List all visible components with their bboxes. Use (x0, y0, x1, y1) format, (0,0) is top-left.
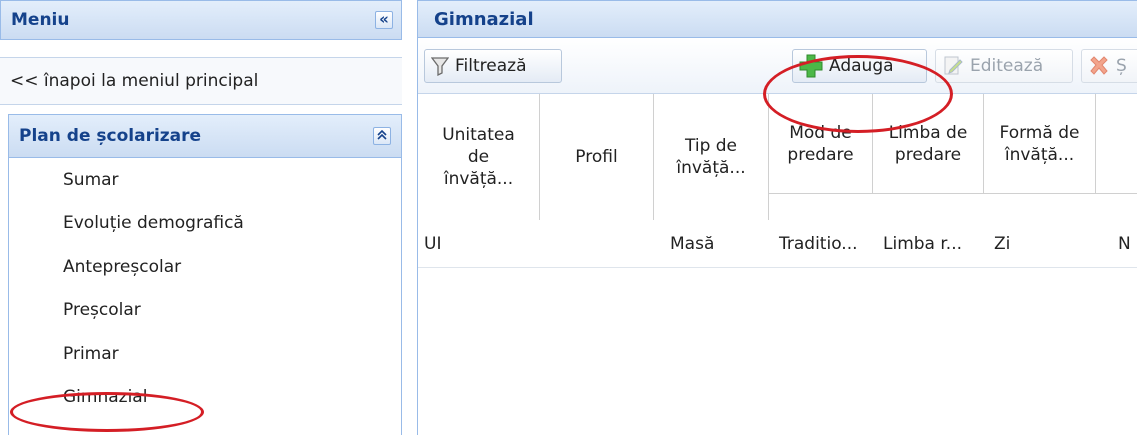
nav-item-evolutie-demografica[interactable]: Evoluție demografică (9, 202, 401, 246)
col-label-line: Unitatea (442, 125, 515, 145)
section-nav-list: Sumar Evoluție demografică Antepreșcolar… (9, 158, 401, 419)
table-cell: Zi (994, 234, 1011, 254)
col-label-line: învăță... (1004, 144, 1075, 165)
nav-item-sumar[interactable]: Sumar (9, 158, 401, 202)
column-header-next[interactable] (1096, 94, 1137, 194)
col-label-line: Formă de (999, 122, 1080, 143)
column-header-profil[interactable]: Profil (540, 94, 654, 220)
col-label-line: învăță... (443, 169, 514, 189)
col-label-line: de (467, 147, 490, 167)
column-header-forma-invatamant[interactable]: Formă de învăță... (984, 94, 1096, 194)
back-to-main-menu-link[interactable]: << înapoi la meniul principal (0, 57, 402, 105)
sidebar-title: Meniu (11, 10, 70, 30)
table-row[interactable]: UI Masă Traditio... Limba r... Zi N (418, 221, 1137, 268)
column-header-unitatea[interactable]: Unitatea de învăță... (418, 94, 540, 220)
sidebar-menu: Meniu « << înapoi la meniul principal Pl… (0, 0, 402, 435)
plan-scolarizare-panel: Plan de școlarizare Sumar Evoluție demog… (8, 114, 402, 435)
main-header: Gimnazial (417, 0, 1137, 38)
sidebar-header: Meniu « (0, 0, 402, 40)
page-title: Gimnazial (434, 8, 534, 30)
edit-label: Editează (970, 56, 1044, 76)
highlight-ellipse-gimnazial (10, 392, 204, 432)
table-cell: Masă (670, 234, 715, 254)
nav-item-antepresc[interactable]: Antepreșcolar (9, 245, 401, 289)
plan-scolarizare-header[interactable]: Plan de școlarizare (8, 114, 402, 158)
col-label-line: Profil (575, 147, 618, 167)
table-cell: N (1118, 234, 1131, 254)
table-cell: Limba r... (883, 234, 963, 254)
double-chevron-left-icon[interactable]: « (375, 11, 393, 29)
delete-button[interactable]: Ș (1081, 49, 1137, 83)
edit-document-icon (942, 55, 964, 77)
table-cell: Traditio... (779, 234, 858, 254)
delete-label: Ș (1116, 56, 1127, 76)
col-label-line: Tip de (684, 136, 738, 156)
section-title: Plan de școlarizare (19, 126, 202, 146)
delete-x-icon (1088, 55, 1110, 77)
column-header-tip-invatamant[interactable]: Tip de învăță... (654, 94, 769, 220)
nav-item-primar[interactable]: Primar (9, 332, 401, 376)
col-label-line: predare (787, 144, 854, 165)
col-label-line: învăță... (676, 158, 746, 178)
nav-item-prescolar[interactable]: Preșcolar (9, 289, 401, 333)
funnel-icon (431, 56, 449, 76)
edit-button[interactable]: Editează (935, 49, 1073, 83)
table-cell (540, 221, 654, 267)
filter-label: Filtrează (455, 56, 527, 76)
double-chevron-up-icon[interactable] (373, 127, 391, 145)
filter-button[interactable]: Filtrează (424, 49, 562, 83)
col-label-line: predare (894, 144, 962, 165)
highlight-ellipse-add (763, 55, 953, 133)
main-panel: Gimnazial Filtrează Adaugă Editează Ș Un… (417, 0, 1137, 435)
table-cell: UI (424, 234, 442, 254)
